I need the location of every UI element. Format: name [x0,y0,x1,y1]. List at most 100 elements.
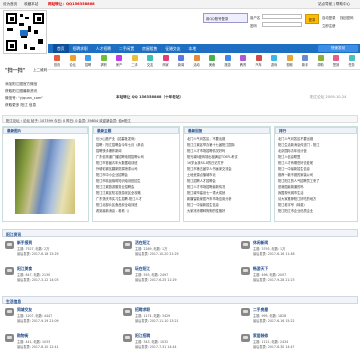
board-last-post: 最后发表: 2017-9-19 21:09 [17,319,59,323]
icon-grid-label: 商家 [162,63,169,67]
nav-item[interactable]: 二手闲置 [115,44,138,53]
icon-grid-item[interactable]: 汽车 [252,54,266,67]
nav-item[interactable]: 征婚交友 [161,44,184,53]
forum-icon [123,241,132,249]
board-grid-news: 新手报到 主题: 7527, 帖数: 2万 最后发表: 2017-6-18 15:2… [2,238,358,300]
nav-item[interactable]: 首页 [53,44,69,53]
notice-bar: 本站转让 QQ 156358868（十年老站） 阳江论坛 2009-10-24 [48,94,358,102]
icon-grid-item[interactable]: 商家 [159,54,173,67]
board-last-post: 最后发表: 2017-8-10 12:41 [17,345,59,349]
qq-login-button[interactable]: 用QQ账号登录 [203,13,248,23]
nav-item[interactable]: 房屋租售 [138,44,161,53]
favorite-link[interactable]: 收藏本站 [24,2,38,7]
icon-grid-item[interactable]: 新手 [298,54,312,67]
forum-icon [5,334,14,342]
icon-grid-item[interactable]: 旅游 [221,54,235,67]
forum-icon [241,334,250,342]
category-icon [333,55,339,61]
username-label: 用户名 [250,16,261,20]
new-images-title: 最新图片 [3,127,88,134]
notice-right: 阳江论坛 2009-10-24 [310,95,347,99]
username-input[interactable] [262,14,302,19]
icon-grid-label: 交友 [146,63,154,67]
board-last-post: 最后发表: 2017-10-20 21:29 [135,252,179,256]
forgot-password-link[interactable]: 找回密码 [340,15,354,20]
forum-board[interactable]: 购物街 主题: 441, 帖数: 1033 最后发表: 2017-8-10 12:4… [2,331,112,361]
forum-board[interactable]: 家居装修 主题: 1121, 帖数: 2434 最后发表: 2017-8-30 14… [238,331,348,361]
icon-grid-item[interactable]: 任务 [345,54,359,67]
icon-grid-item[interactable]: 首页 [50,54,64,67]
password-input[interactable] [262,22,302,27]
section-header-news[interactable]: 阳江资讯 [2,229,358,237]
forum-board[interactable]: 阳江美食 主题: 647, 帖数: 2130 最后发表: 2017-3-12 14:… [2,264,112,294]
board-last-post: 最后发表: 2017-6-16 15:22 [253,319,295,323]
board-last-post: 最后发表: 2017-6-25 11:29 [135,278,177,282]
category-icon [271,55,277,61]
qr-sub-label: 上二维码 [33,68,48,72]
icon-grid-item[interactable]: 招聘 [81,54,95,67]
ranking-link[interactable]: 阳江阳江市企业优质企业 [278,208,354,214]
top-right-links[interactable]: 站点导航 | 帮助中心 [318,2,350,7]
category-icon [317,55,324,61]
board-last-post: 最后发表: 2017-6-16 11:48 [253,252,295,256]
breadcrumb: 阳江论坛 › 论坛 帖子: 107399 今日: 0 昨日: 0 会员: 398… [2,115,358,123]
icon-grid-item[interactable]: 签到 [329,54,343,67]
icon-grid-item[interactable]: 活动 [190,54,204,67]
login-button[interactable]: 登录 [305,14,319,24]
icon-grid-label: 美食 [208,63,216,67]
icon-grid-label: 房产 [115,63,123,67]
hot-topics-panel: 最新回复 北门人气问答区，不要出错 阳江江城区举办第十七届阳江国际 阳江人才市场招聘… [183,126,271,222]
icon-grid-item[interactable]: 交友 [143,54,157,67]
forum-icon [241,241,250,249]
hot-topic-link[interactable]: 大家凉凉哪种狗狗的性格好 [187,208,267,214]
register-link[interactable]: 立即注册 [322,23,336,28]
icon-grid-item[interactable]: 求职 [97,54,111,67]
latest-topic-link[interactable]: 看到最新消息 - 看看（） [96,208,176,214]
latest-topics-panel: 最新主题 长沙山楂产业（招募批发商） 招聘：阳江招聘会今年七月（恭喜 招聘快手爆炸新… [92,126,180,222]
icon-grid-label: 旅游 [224,63,231,67]
forum-board[interactable]: 畅游天下 主题: 496, 帖数: 2007 最后发表: 2017-9-28 21:… [238,264,348,294]
forum-icon [123,267,132,275]
icon-grid-item[interactable]: 新闻 [174,54,188,67]
nav-item[interactable]: 招聘求职 [69,44,92,53]
featured-image[interactable] [15,139,75,214]
forum-board[interactable]: 阳江招聘 主题: 343, 帖数: 1032 最后发表: 2017-7-31 14:… [120,331,230,361]
set-home-link[interactable]: 设为首页 [3,2,17,7]
forum-icon [241,267,250,275]
icon-grid-item[interactable]: 游戏 [267,54,281,67]
latest-topics-title: 最新主题 [93,127,179,134]
icon-grid-item[interactable]: 二手 [128,54,142,67]
icon-grid-label: 求职 [100,63,107,67]
qr-scan-label: "扫一扫" [5,68,26,74]
nav-item[interactable]: 本地 [185,44,201,53]
icon-grid-item[interactable]: 论坛 [66,54,80,67]
icon-grid-item[interactable]: 教育 [236,54,250,67]
icon-grid-label: 招聘 [84,63,92,67]
icon-grid-label: 论坛 [69,63,76,67]
new-images-panel: 最新图片 [2,126,89,222]
forum-icon [5,267,14,275]
board-last-post: 最后发表: 2017-8-30 14:47 [253,345,295,349]
quick-post-button[interactable]: 快速发帖 [318,45,358,52]
icon-grid-item[interactable]: 帮助 [314,54,328,67]
section-header-life[interactable]: 生活信息 [2,296,358,304]
login-form: 用户名 密码 登录 自动登录 立即注册 找回密码 [250,13,355,41]
ranking-title: 排行 [275,127,357,134]
icon-grid-item[interactable]: 房产 [112,54,126,67]
side-line-1: 添加阳江圈官方微信 [5,82,38,86]
board-last-post: 最后发表: 2017-7-31 14:44 [135,345,177,349]
category-icon [178,55,184,61]
category-icon [302,55,308,61]
site-notice: 网站转让：QQ156358868 [48,2,95,6]
icon-grid-label: 首页 [53,63,61,67]
forum-board[interactable]: 玩在阳江 主题: 593, 帖数: 2497 最后发表: 2017-6-25 11:… [120,264,230,294]
icon-grid-item[interactable]: 美食 [205,54,219,67]
forum-icon [123,334,132,342]
hot-topics-title: 最新回复 [184,127,270,134]
category-icon [147,55,153,61]
auto-login-label[interactable]: 自动登录 [322,15,336,20]
nav-item[interactable]: 人才招聘 [92,44,115,53]
icon-grid-item[interactable]: 视频 [283,54,297,67]
icon-grid-label: 二手 [131,63,138,67]
icon-grid: 首页 论坛 招聘 求职 房产 二手 交友 商家 新闻 活动 美食 旅游 教育 汽车 游戏 视频 新手 帮助 签到 任务 [48,54,360,70]
